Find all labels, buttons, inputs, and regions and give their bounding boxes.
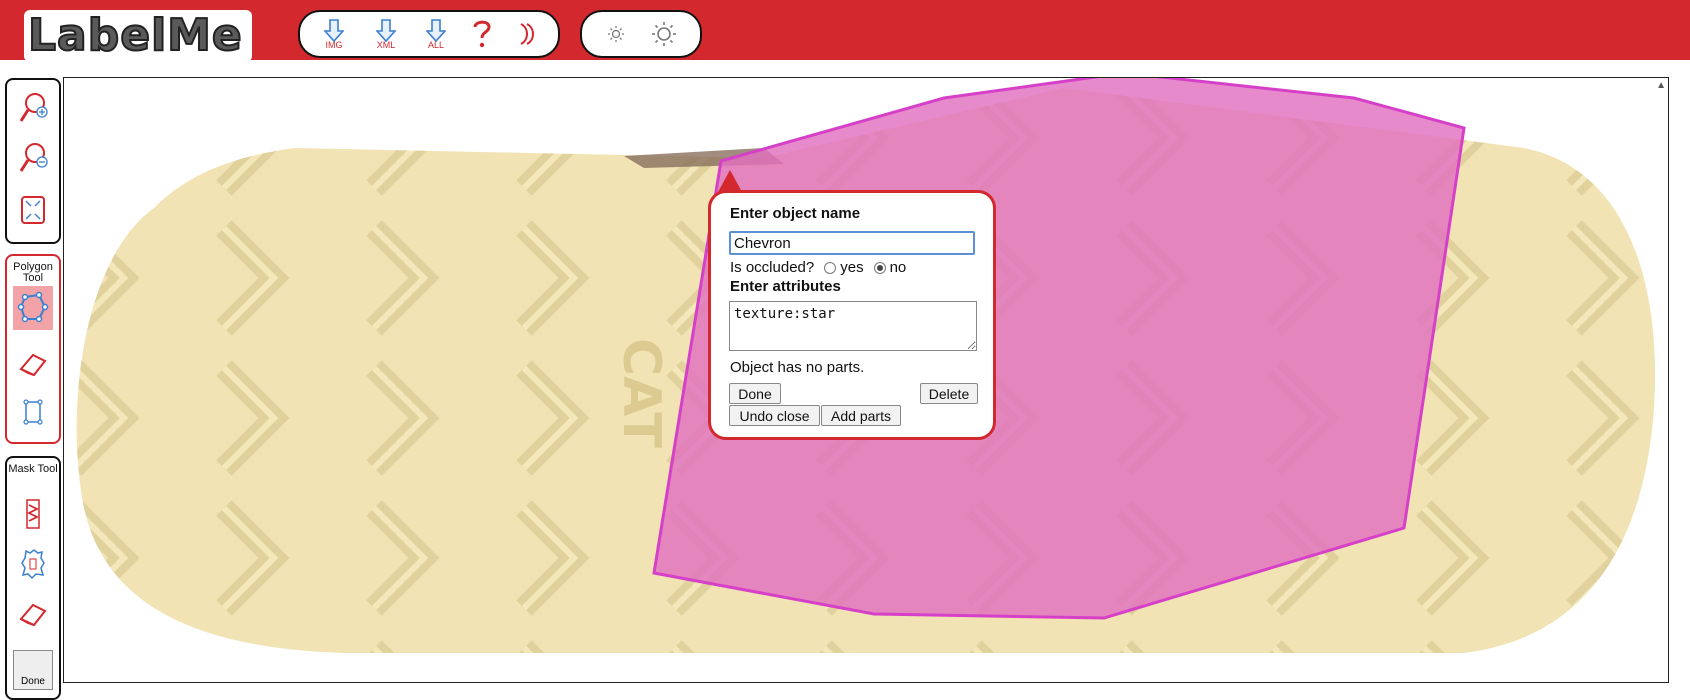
download-xml-label: XML: [376, 39, 396, 50]
occluded-yes-radio[interactable]: [824, 261, 837, 274]
add-parts-button[interactable]: Add parts: [821, 405, 901, 426]
mask-eraser-button[interactable]: [15, 594, 51, 634]
polygon-tool-group: Polygon Tool: [5, 254, 61, 444]
large-sun-icon: [652, 22, 676, 46]
help-button[interactable]: [460, 14, 504, 54]
svg-text:CAT: CAT: [611, 338, 671, 448]
download-arrow-icon: [376, 18, 396, 42]
download-image-button[interactable]: IMG: [312, 14, 356, 54]
polygon-tool-button[interactable]: [13, 286, 53, 330]
polygon-tool-title: Polygon Tool: [13, 261, 53, 284]
zoom-in-icon: [19, 93, 48, 122]
mask-region-button[interactable]: [15, 544, 51, 584]
delete-button[interactable]: Delete: [920, 383, 978, 404]
occluded-label: Is occluded?: [730, 259, 815, 276]
download-arrow-icon: [324, 18, 344, 42]
mask-brush-button[interactable]: [15, 494, 51, 534]
object-label-dialog: Enter object name Is occluded? yes no En…: [708, 190, 996, 440]
mask-brush-icon: [26, 499, 40, 529]
attributes-textarea[interactable]: texture:star: [729, 301, 977, 351]
occluded-yes-label: yes: [840, 259, 864, 276]
double-crescent-icon: [520, 23, 534, 45]
labelme-logo[interactable]: LabelMe: [22, 8, 254, 64]
decrease-brightness-button[interactable]: [594, 14, 638, 54]
bounding-box-button[interactable]: [15, 392, 51, 432]
download-image-label: IMG: [325, 39, 343, 50]
zoom-out-icon: [19, 143, 48, 172]
attributes-heading: Enter attributes: [730, 278, 841, 295]
download-all-label: ALL: [427, 39, 444, 50]
increase-brightness-button[interactable]: [642, 14, 686, 54]
dialog-pointer: [718, 170, 742, 192]
fit-to-screen-button[interactable]: [15, 190, 51, 230]
logo-text: LabelMe: [27, 9, 243, 62]
brightness-toolbar: [580, 10, 702, 58]
erase-polygon-button[interactable]: [15, 344, 51, 384]
download-arrow-icon: [426, 18, 446, 42]
occluded-no-label: no: [889, 259, 907, 276]
mask-done-label: Done: [21, 676, 45, 687]
object-name-input[interactable]: [729, 231, 975, 255]
download-xml-button[interactable]: XML: [364, 14, 408, 54]
scroll-up-arrow-icon[interactable]: ▲: [1656, 80, 1666, 91]
mask-done-button[interactable]: Done: [13, 650, 53, 690]
zoom-out-button[interactable]: [15, 138, 51, 178]
object-name-heading: Enter object name: [730, 205, 861, 222]
question-mark-icon: [473, 20, 491, 48]
bounding-box-icon: [23, 399, 43, 425]
download-toolbar: IMG XML ALL: [298, 10, 560, 58]
top-toolbar: LabelMe IMG XML ALL: [0, 0, 1690, 62]
polygon-icon: [17, 291, 49, 323]
occluded-no-radio[interactable]: [873, 261, 886, 274]
occluded-row: Is occluded? yes no: [730, 259, 906, 276]
small-sun-icon: [608, 26, 624, 42]
parts-status-text: Object has no parts.: [730, 359, 865, 376]
left-tool-panel: Polygon Tool Mask Tool Done: [0, 76, 62, 700]
eraser-icon: [19, 603, 47, 627]
undo-close-button[interactable]: Undo close: [729, 405, 820, 426]
zoom-tool-group: [5, 78, 61, 244]
download-all-button[interactable]: ALL: [414, 14, 458, 54]
fit-screen-icon: [21, 196, 45, 224]
signout-button[interactable]: [506, 14, 550, 54]
done-button[interactable]: Done: [729, 383, 781, 404]
eraser-icon: [19, 353, 47, 377]
mask-tool-title: Mask Tool: [8, 463, 58, 475]
zoom-in-button[interactable]: [15, 88, 51, 128]
mask-region-icon: [21, 549, 45, 580]
mask-tool-group: Mask Tool Done: [5, 456, 61, 700]
